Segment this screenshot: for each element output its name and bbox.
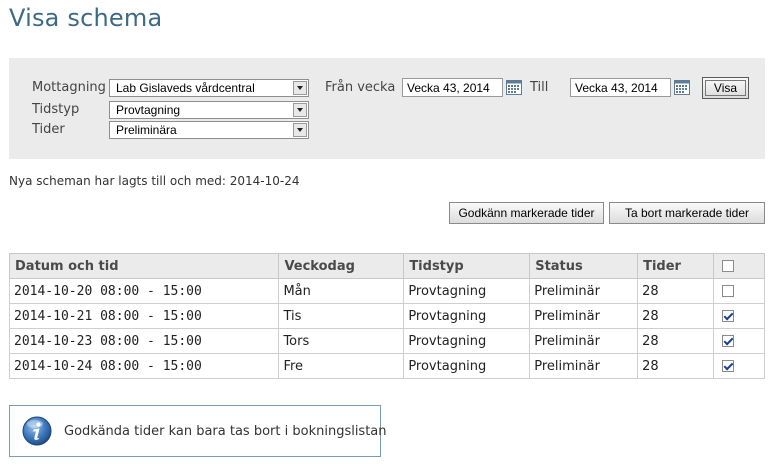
count-cell: 28	[637, 303, 715, 329]
datetime-cell: 2014-10-21 08:00 - 15:00	[8, 303, 280, 329]
tider-value: Preliminära	[116, 123, 177, 137]
info-message-text: Godkända tider kan bara tas bort i bokni…	[64, 424, 387, 439]
datetime-cell: 2014-10-23 08:00 - 15:00	[8, 328, 280, 354]
mottagning-select[interactable]: Lab Gislaveds vårdcentral	[109, 79, 309, 97]
info-message-box: Godkända tider kan bara tas bort i bokni…	[9, 405, 387, 457]
till-vecka-input[interactable]: Vecka 43, 2014	[570, 78, 671, 97]
count-cell: 28	[637, 278, 715, 304]
remove-selected-button[interactable]: Ta bort markerade tider	[609, 202, 765, 224]
column-header[interactable]: Veckodag	[278, 253, 405, 279]
status-cell: Preliminär	[529, 353, 639, 379]
status-cell: Preliminär	[529, 303, 639, 329]
chevron-down-icon[interactable]	[293, 103, 307, 117]
status-cell: Preliminär	[529, 328, 639, 354]
row-checkbox[interactable]	[722, 360, 735, 372]
tider-select[interactable]: Preliminära	[109, 121, 309, 139]
row-checkbox[interactable]	[722, 310, 735, 322]
mottagning-label: Mottagning	[32, 80, 106, 95]
fran-vecka-input[interactable]: Vecka 43, 2014	[402, 78, 503, 97]
tider-label: Tider	[32, 122, 65, 137]
tidstyp-select[interactable]: Provtagning	[109, 101, 309, 119]
row-checkbox[interactable]	[722, 285, 735, 297]
tidstyp-value: Provtagning	[116, 103, 181, 117]
table-row: 2014-10-21 08:00 - 15:00 Tis Provtagning…	[8, 303, 765, 329]
calendar-icon[interactable]	[506, 79, 522, 95]
row-checkbox[interactable]	[722, 335, 735, 347]
status-cell: Preliminär	[529, 278, 639, 304]
type-cell: Provtagning	[403, 303, 531, 329]
select-all-checkbox[interactable]	[722, 260, 735, 272]
schedule-table: Datum och tid Veckodag Tidstyp Status Ti…	[8, 253, 765, 379]
weekday-cell: Tis	[278, 303, 405, 329]
weekday-cell: Tors	[278, 328, 405, 354]
count-cell: 28	[637, 328, 715, 354]
chevron-down-icon[interactable]	[293, 81, 307, 95]
tidstyp-label: Tidstyp	[32, 102, 80, 117]
datetime-cell: 2014-10-20 08:00 - 15:00	[8, 278, 280, 304]
count-cell: 28	[637, 353, 715, 379]
schedule-note: Nya scheman har lagts till och med: 2014…	[9, 174, 300, 188]
weekday-cell: Mån	[278, 278, 405, 304]
approve-selected-button[interactable]: Godkänn markerade tider	[449, 202, 604, 224]
table-row: 2014-10-24 08:00 - 15:00 Fre Provtagning…	[8, 353, 765, 379]
table-row: 2014-10-23 08:00 - 15:00 Tors Provtagnin…	[8, 328, 765, 354]
type-cell: Provtagning	[403, 278, 531, 304]
info-icon	[22, 416, 52, 446]
table-row: 2014-10-20 08:00 - 15:00 Mån Provtagning…	[8, 278, 765, 304]
column-header[interactable]: Tider	[637, 253, 715, 279]
calendar-icon[interactable]	[674, 79, 690, 95]
filter-panel: Mottagning Lab Gislaveds vårdcentral Tid…	[9, 58, 765, 159]
till-label: Till	[530, 80, 549, 95]
datetime-cell: 2014-10-24 08:00 - 15:00	[8, 353, 280, 379]
till-vecka-value: Vecka 43, 2014	[575, 81, 658, 95]
page-title: Visa schema	[9, 4, 163, 32]
visa-button[interactable]: Visa	[702, 77, 749, 99]
table-header-row: Datum och tid Veckodag Tidstyp Status Ti…	[8, 253, 765, 279]
column-header[interactable]: Datum och tid	[8, 253, 280, 279]
weekday-cell: Fre	[278, 353, 405, 379]
fran-vecka-label: Från vecka	[325, 80, 396, 95]
chevron-down-icon[interactable]	[293, 123, 307, 137]
column-header[interactable]: Status	[529, 253, 639, 279]
column-header[interactable]: Tidstyp	[403, 253, 531, 279]
mottagning-value: Lab Gislaveds vårdcentral	[116, 81, 255, 95]
fran-vecka-value: Vecka 43, 2014	[407, 81, 490, 95]
type-cell: Provtagning	[403, 353, 531, 379]
type-cell: Provtagning	[403, 328, 531, 354]
